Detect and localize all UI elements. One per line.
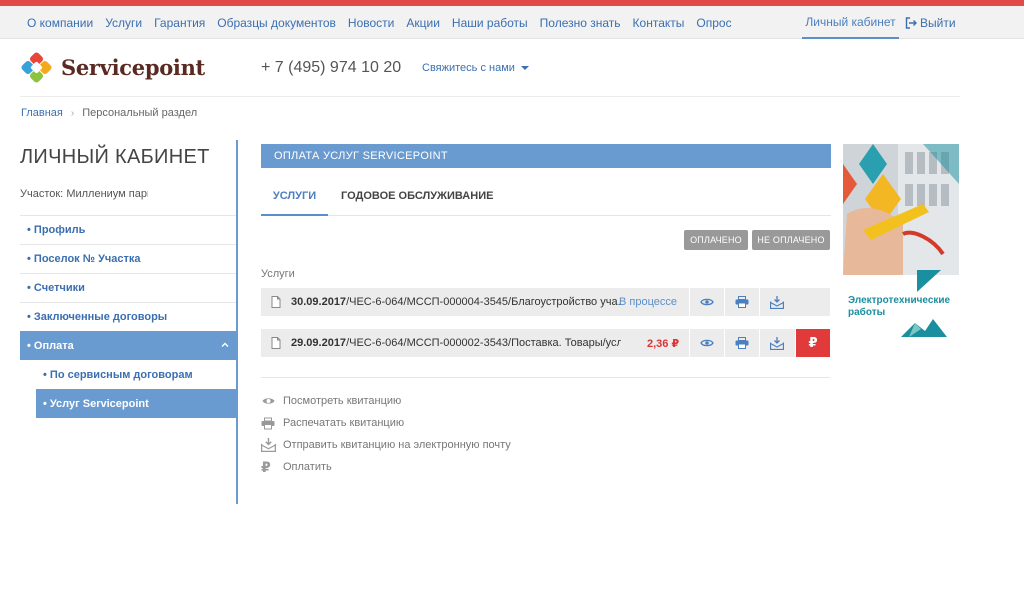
- area-value: Миллениум парк: [66, 188, 148, 200]
- legend-email: Отправить квитанцию на электронную почту: [261, 434, 511, 456]
- electrical-work-image: [843, 144, 959, 275]
- section-label: Услуги: [261, 268, 295, 280]
- side-menu: • Профиль • Поселок № Участка • Счетчики…: [20, 215, 236, 418]
- legend-print: Распечатать квитанцию: [261, 412, 511, 434]
- mountain-logo-icon: [901, 319, 947, 337]
- document-icon: [261, 296, 291, 308]
- ruble-icon: ₽: [808, 335, 818, 350]
- document-icon: [261, 337, 291, 349]
- logo-text: Servicepoint: [61, 55, 205, 80]
- promo-banner[interactable]: Электротехнические работы: [843, 144, 959, 339]
- phone-number: + 7 (495) 974 10 20: [261, 59, 402, 76]
- site-header: Servicepoint + 7 (495) 974 10 20 Свяжите…: [20, 45, 960, 97]
- sidebar-item-payment[interactable]: • Оплата: [20, 331, 236, 360]
- ruble-icon: ₽: [261, 458, 271, 475]
- panel-title: ОПЛАТА УСЛУГ SERVICEPOINT: [261, 144, 831, 168]
- legend-view-label: Посмотреть квитанцию: [283, 395, 402, 407]
- nav-news[interactable]: Новости: [348, 16, 394, 30]
- nav-promotions[interactable]: Акции: [406, 16, 440, 30]
- nav-our-works[interactable]: Наши работы: [452, 16, 528, 30]
- eye-icon: [700, 298, 714, 306]
- filter-unpaid-button[interactable]: НЕ ОПЛАЧЕНО: [752, 230, 830, 250]
- print-button[interactable]: [724, 288, 759, 316]
- row-desc: /ЧЕС-6-064/МССП-000002-3543/Поставка. То…: [346, 337, 621, 349]
- email-button[interactable]: [759, 329, 794, 357]
- sidebar-item-meters[interactable]: • Счетчики: [20, 273, 236, 302]
- page-title: ЛИЧНЫЙ КАБИНЕТ: [20, 146, 210, 168]
- row-title[interactable]: 30.09.2017/ЧЕС-6-064/МССП-000004-3545/Бл…: [291, 296, 621, 308]
- row-title[interactable]: 29.09.2017/ЧЕС-6-064/МССП-000002-3543/По…: [291, 337, 621, 349]
- eye-icon: [700, 339, 714, 347]
- banner-caption-line-1: Электротехнические: [848, 295, 951, 306]
- sidebar-subitem-service-contracts[interactable]: • По сервисным договорам: [36, 360, 236, 389]
- filter-paid-button[interactable]: ОПЛАЧЕНО: [684, 230, 748, 250]
- printer-icon: [261, 417, 275, 429]
- divider: [261, 377, 830, 378]
- logo[interactable]: Servicepoint: [20, 51, 205, 84]
- area-info: Участок: Миллениум парк: [20, 188, 148, 200]
- top-navigation: О компании Услуги Гарантия Образцы докум…: [0, 6, 1024, 39]
- nav-services[interactable]: Услуги: [105, 16, 142, 30]
- banner-pointer-icon: [917, 270, 941, 292]
- printer-icon: [735, 296, 749, 308]
- tab-bar: УСЛУГИ ГОДОВОЕ ОБСЛУЖИВАНИЕ: [261, 168, 831, 216]
- legend-email-label: Отправить квитанцию на электронную почту: [283, 439, 511, 451]
- main-menu: О компании Услуги Гарантия Образцы докум…: [27, 6, 744, 39]
- logo-icon: [21, 52, 52, 83]
- nav-survey[interactable]: Опрос: [696, 16, 731, 30]
- banner-caption: Электротехнические работы: [848, 295, 950, 319]
- breadcrumb-home[interactable]: Главная: [21, 107, 63, 119]
- sidebar: ЛИЧНЫЙ КАБИНЕТ Участок: Миллениум парк •…: [20, 140, 238, 504]
- chevron-right-icon: ›: [70, 107, 75, 119]
- printer-icon: [735, 337, 749, 349]
- contact-dropdown[interactable]: Свяжитесь с нами: [422, 62, 529, 74]
- logout-label: Выйти: [920, 15, 956, 30]
- nav-document-samples[interactable]: Образцы документов: [217, 16, 336, 30]
- tab-annual-maintenance[interactable]: ГОДОВОЕ ОБСЛУЖИВАНИЕ: [341, 190, 493, 216]
- breadcrumb-current: Персональный раздел: [82, 107, 198, 119]
- caret-down-icon: [520, 66, 529, 70]
- nav-warranty[interactable]: Гарантия: [154, 16, 205, 30]
- icon-legend: Посмотреть квитанцию Распечатать квитанц…: [261, 390, 511, 478]
- main-content: ОПЛАТА УСЛУГ SERVICEPOINT УСЛУГИ ГОДОВОЕ…: [261, 144, 831, 475]
- mail-download-icon: [770, 336, 784, 350]
- sidebar-subitem-servicepoint[interactable]: • Услуг Servicepoint: [36, 389, 236, 418]
- print-button[interactable]: [724, 329, 759, 357]
- pay-button[interactable]: ₽: [795, 329, 830, 357]
- breadcrumb: Главная › Персональный раздел: [21, 107, 197, 119]
- row-date: 29.09.2017: [291, 337, 347, 349]
- legend-view: Посмотреть квитанцию: [261, 390, 511, 412]
- filter-group: ОПЛАЧЕНО НЕ ОПЛАЧЕНО: [684, 230, 834, 250]
- contact-label: Свяжитесь с нами: [422, 62, 515, 74]
- row-amount: 2,36 ₽: [647, 337, 680, 350]
- tab-services[interactable]: УСЛУГИ: [261, 190, 328, 216]
- chevron-up-icon: [221, 342, 229, 347]
- eye-icon: [262, 398, 275, 404]
- legend-print-label: Распечатать квитанцию: [283, 417, 405, 429]
- row-date: 30.09.2017: [291, 296, 347, 308]
- table-row: 30.09.2017/ЧЕС-6-064/МССП-000004-3545/Бл…: [261, 288, 830, 316]
- view-button[interactable]: [689, 329, 724, 357]
- sidebar-item-plot[interactable]: • Поселок № Участка: [20, 244, 236, 273]
- table-row: 29.09.2017/ЧЕС-6-064/МССП-000002-3543/По…: [261, 329, 830, 357]
- row-desc: /ЧЕС-6-064/МССП-000004-3545/Благоустройс…: [346, 296, 621, 308]
- sidebar-item-contracts[interactable]: • Заключенные договоры: [20, 302, 236, 331]
- mail-download-icon: [770, 295, 784, 309]
- sidebar-item-payment-label: • Оплата: [27, 339, 74, 352]
- logout-button[interactable]: Выйти: [905, 6, 956, 39]
- status-badge: В процессе: [619, 296, 677, 308]
- area-label: Участок:: [20, 188, 64, 200]
- nav-about[interactable]: О компании: [27, 16, 93, 30]
- nav-useful[interactable]: Полезно знать: [540, 16, 621, 30]
- personal-cabinet-link[interactable]: Личный кабинет: [802, 6, 899, 39]
- view-button[interactable]: [689, 288, 724, 316]
- email-button[interactable]: [759, 288, 794, 316]
- legend-pay-label: Оплатить: [283, 461, 332, 473]
- legend-pay: ₽ Оплатить: [261, 456, 511, 478]
- logout-icon: [905, 16, 917, 29]
- mail-download-icon: [261, 438, 276, 452]
- nav-contacts[interactable]: Контакты: [633, 16, 685, 30]
- sidebar-item-profile[interactable]: • Профиль: [20, 215, 236, 244]
